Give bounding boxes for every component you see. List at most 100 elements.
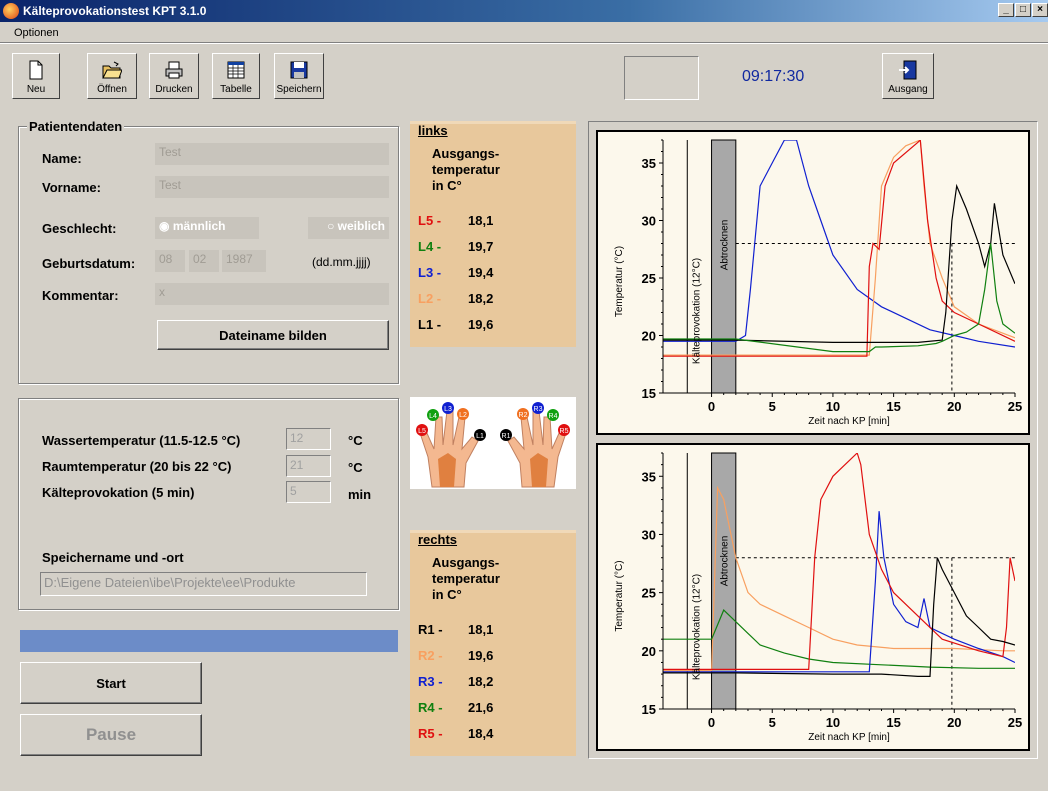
left-temp-title: links (418, 123, 448, 138)
wasser-unit: °C (348, 433, 363, 448)
left-temp-row-value: 19,7 (468, 239, 494, 254)
wasser-input[interactable]: 12 (286, 428, 331, 450)
raum-label: Raumtemperatur (20 bis 22 °C) (42, 459, 232, 474)
female-radio[interactable]: ○ weiblich (308, 217, 389, 239)
left-temp-row-value: 18,2 (468, 291, 494, 306)
progress-fill (20, 630, 398, 652)
raum-unit: °C (348, 460, 363, 475)
birth-year-field[interactable]: 1987 (222, 250, 266, 272)
maximize-button[interactable]: □ (1015, 3, 1031, 17)
y-tick-label: 35 (642, 156, 656, 171)
x-tick-label: 5 (769, 715, 776, 730)
marker-r4: R4 (549, 413, 558, 420)
exit-door-icon (899, 60, 917, 80)
chart-right: 15 20 25 30 35 0 5 10 15 20 25 Zeit nach KP [min] Te… (596, 443, 1030, 751)
left-hand (419, 410, 479, 488)
marker-l2: L2 (459, 412, 467, 419)
open-label: Öffnen (97, 84, 127, 95)
x-tick-label: 15 (886, 715, 900, 730)
y-tick-label: 30 (642, 527, 656, 542)
x-tick-label: 15 (886, 399, 900, 414)
x-tick-label: 10 (826, 399, 840, 414)
new-document-icon (29, 60, 43, 80)
table-button[interactable]: Tabelle (212, 53, 260, 99)
marker-l3: L3 (444, 406, 452, 413)
right-temp-row-value: 18,1 (468, 622, 494, 637)
left-temp-row: L4 - 19,7 (418, 239, 493, 254)
menu-bar: Optionen (0, 22, 1048, 42)
provocation-label: Kälteprovokation (12°C) (691, 258, 702, 364)
y-tick-label: 25 (642, 586, 656, 601)
printer-icon (165, 61, 183, 79)
right-temp-title: rechts (418, 532, 458, 547)
vorname-label: Vorname: (42, 180, 101, 195)
minimize-button[interactable]: _ (998, 3, 1014, 17)
x-tick-label: 25 (1008, 399, 1022, 414)
filename-button[interactable]: Dateiname bilden (157, 320, 389, 350)
save-label: Speichern (276, 84, 322, 95)
left-temp-subtitle-1: Ausgangs- (432, 146, 500, 161)
chart-right-svg: 15 20 25 30 35 0 5 10 15 20 25 Zeit nach KP [min] Te… (614, 452, 1022, 743)
marker-l1: L1 (476, 433, 484, 440)
name-label: Name: (42, 151, 82, 166)
chart-left-svg: 15 20 25 30 35 0 5 10 15 20 25 Zeit nach KP [min] Te… (614, 139, 1022, 427)
kp-input[interactable]: 5 (286, 481, 331, 503)
right-temp-row-key: R1 - (418, 622, 443, 637)
x-tick-label: 5 (769, 399, 776, 414)
title-bar: Kälteprovokationstest KPT 3.1.0 _ □ × (0, 0, 1048, 22)
new-button[interactable]: Neu (12, 53, 60, 99)
right-temp-subtitle-2: temperatur (432, 571, 500, 586)
right-temp-row-key: R4 - (418, 700, 443, 715)
male-radio[interactable]: ◉ männlich (155, 217, 259, 239)
marker-r5: R5 (560, 428, 569, 435)
x-tick-label: 0 (708, 399, 715, 414)
storage-label: Speichername und -ort (42, 550, 184, 565)
x-tick-label: 0 (708, 715, 715, 730)
kp-unit: min (348, 487, 372, 502)
birth-day-field[interactable]: 08 (155, 250, 185, 272)
wasser-label: Wassertemperatur (11.5-12.5 °C) (42, 433, 241, 448)
name-field[interactable]: Test (155, 143, 389, 165)
x-tick-label: 20 (947, 399, 961, 414)
left-temp-row-key: L2 - (418, 291, 442, 306)
print-label: Drucken (155, 84, 193, 95)
y-tick-label: 35 (642, 469, 656, 484)
marker-r3: R3 (534, 406, 543, 413)
close-button[interactable]: × (1032, 3, 1048, 17)
left-temp-row: L1 - 19,6 (418, 317, 493, 332)
kommentar-field[interactable]: x (155, 283, 389, 305)
save-button[interactable]: Speichern (274, 53, 324, 99)
right-temp-row-key: R5 - (418, 726, 443, 741)
left-temp-row: L5 - 18,1 (418, 213, 493, 228)
exit-button[interactable]: Ausgang (882, 53, 934, 99)
kp-label: Kälteprovokation (5 min) (42, 485, 195, 500)
left-temp-row-value: 19,4 (468, 265, 494, 280)
vorname-field[interactable]: Test (155, 176, 389, 198)
right-temp-row-value: 18,2 (468, 674, 494, 689)
open-button[interactable]: Öffnen (87, 53, 137, 99)
y-tick-label: 20 (642, 329, 656, 344)
pause-button[interactable]: Pause (20, 714, 202, 756)
storage-input[interactable]: D:\Eigene Dateien\ibe\Projekte\ee\Produk… (40, 572, 367, 596)
clock: 09:17:30 (742, 68, 805, 85)
window-title: Kälteprovokationstest KPT 3.1.0 (23, 4, 207, 18)
left-temp-panel: links Ausgangs- temperatur in C° L5 - 18,… (410, 121, 576, 347)
left-temp-row: L3 - 19,4 (418, 265, 493, 280)
kommentar-label: Kommentar: (42, 288, 119, 303)
x-tick-label: 10 (826, 715, 840, 730)
new-label: Neu (26, 84, 46, 95)
print-button[interactable]: Drucken (149, 53, 199, 99)
menu-optionen[interactable]: Optionen (14, 27, 59, 39)
male-label: männlich (172, 219, 226, 233)
start-button[interactable]: Start (20, 662, 202, 704)
x-tick-label: 25 (1008, 715, 1022, 730)
app-icon (3, 3, 19, 19)
patient-group-title: Patientendaten (27, 119, 125, 134)
y-tick-label: 15 (642, 702, 656, 717)
left-temp-row: L2 - 18,2 (418, 291, 493, 306)
raum-input[interactable]: 21 (286, 455, 331, 477)
birth-month-field[interactable]: 02 (189, 250, 219, 272)
left-temp-row-value: 19,6 (468, 317, 494, 332)
left-temp-row-value: 18,1 (468, 213, 494, 228)
y-tick-label: 30 (642, 214, 656, 229)
